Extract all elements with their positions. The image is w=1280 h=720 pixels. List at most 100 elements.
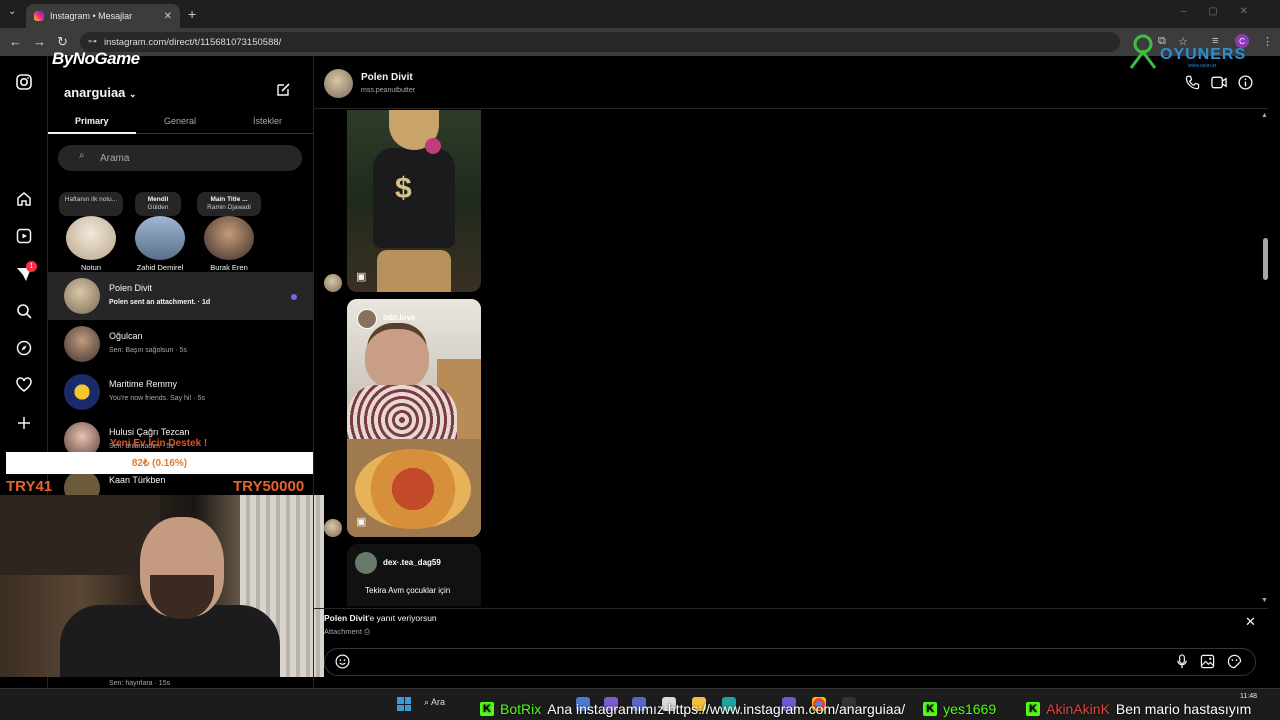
stream-chat-ticker: K BotRix Ana instagramımız https://www.i… (480, 699, 1280, 719)
reply-context: Polen Divit'e yanıt veriyorsun (324, 613, 437, 623)
plus-icon[interactable] (14, 413, 34, 433)
reply-text: 'e yanıt veriyorsun (367, 613, 437, 623)
heart-icon[interactable] (14, 375, 34, 395)
mic-icon[interactable] (1176, 654, 1188, 672)
conversation-name: Polen Divit (109, 283, 153, 293)
phone-icon[interactable] (1185, 75, 1200, 93)
tab-title: Instagram • Mesajlar (50, 11, 133, 21)
chat-username: AkinAkinK (1046, 701, 1110, 717)
chat-handle: mss.peanutbutter (361, 87, 416, 94)
username: anarguiaa (64, 85, 126, 100)
reply-bar (313, 608, 1268, 640)
tab-close-icon[interactable]: ✕ (164, 11, 172, 22)
message-input[interactable] (361, 654, 1161, 670)
forward-icon[interactable]: → (33, 34, 46, 49)
chat-username: yes1669 (943, 701, 997, 717)
scroll-down-icon[interactable]: ▼ (1261, 597, 1268, 604)
url-text: instagram.com/direct/t/115681073150588/ (104, 36, 282, 48)
conversation-name: Oğulcan (109, 331, 143, 341)
chat-title[interactable]: Polen Divit (361, 72, 413, 83)
browser-menu-icon[interactable]: ⋮ (1262, 35, 1273, 48)
conversation-name: Kaan Türkben (109, 475, 166, 485)
reels-icon[interactable] (14, 226, 34, 246)
avatar[interactable] (135, 216, 185, 260)
sticker-icon[interactable] (1227, 654, 1242, 672)
new-tab-icon[interactable]: + (188, 6, 196, 22)
new-message-icon[interactable] (275, 82, 291, 102)
conversation-row[interactable]: Maritime Remmy You're now friends. Say h… (48, 368, 313, 416)
window-controls[interactable]: –▢✕ (1181, 6, 1270, 17)
back-icon[interactable]: ← (9, 34, 22, 49)
reel-icon: ▣ (356, 271, 367, 283)
note-bubble[interactable]: Haftanın ilk notu... (59, 192, 123, 216)
tab-primary[interactable]: Primary (75, 116, 109, 126)
instagram-favicon-icon (34, 11, 44, 21)
conversation-name: Hulusi Çağrı Tezcan (109, 427, 190, 437)
conversation-preview: You're now friends. Say hi! · 5s (109, 395, 206, 402)
tab-requests[interactable]: İstekler (253, 116, 282, 126)
conversation-preview: Polen sent an attachment. · 1d (109, 299, 211, 306)
account-switcher[interactable]: anarguiaa ⌄ (64, 85, 137, 100)
note-bubble[interactable]: Main Title ... Ramin Djawadi (197, 192, 261, 216)
conversation-row[interactable]: Polen Divit Polen sent an attachment. · … (48, 272, 313, 320)
windows-start-icon[interactable] (397, 697, 411, 711)
kick-icon: K (923, 702, 938, 716)
reel-caption: Tekira Avm çocuklar için (365, 586, 451, 595)
chat-message: Ben mario hastasıyım (1115, 701, 1252, 717)
scroll-up-icon[interactable]: ▲ (1261, 112, 1268, 119)
note-label: Notun (80, 263, 101, 272)
conversation-preview: Sen: hayırlara · 15s (109, 680, 171, 687)
taskbar-search-label: Ara (431, 697, 446, 707)
search-small-icon: ⌕ (79, 150, 85, 161)
reply-name: Polen Divit (324, 613, 368, 623)
donation-goal: TRY50000 (233, 478, 305, 495)
message-composer[interactable] (324, 648, 1256, 676)
site-info-icon[interactable]: ⊶ (88, 36, 97, 47)
avatar[interactable] (66, 216, 116, 260)
note-label: Burak Eren (210, 263, 248, 272)
donation-goal-title: Yeni Ev İçin Destek ! (110, 438, 208, 449)
search-input[interactable]: ⌕ Arama (58, 145, 302, 171)
instagram-icon[interactable] (14, 72, 34, 92)
tab-search-icon[interactable]: ⌄ (8, 6, 16, 17)
home-icon[interactable] (14, 189, 34, 209)
search-placeholder: Arama (100, 152, 130, 164)
chevron-down-icon: ⌄ (129, 89, 137, 99)
avatar[interactable] (204, 216, 254, 260)
attachment-icon: ⎙ (364, 627, 371, 636)
bynogame-overlay-logo: ByNoGame (52, 49, 140, 68)
image-icon[interactable] (1200, 654, 1215, 672)
note-sub: Ramin Djawadi (207, 204, 251, 211)
browser-tab[interactable]: Instagram • Mesajlar ✕ (26, 4, 180, 28)
conversation-name: Maritime Remmy (109, 379, 178, 389)
donation-current: TRY41 (6, 478, 53, 495)
avatar[interactable] (324, 69, 353, 98)
avatar (64, 278, 100, 314)
shared-reel[interactable]: labr.love (347, 299, 481, 537)
scrollbar-thumb[interactable] (1263, 238, 1268, 280)
taskbar-search[interactable]: ⌕ Ara (424, 697, 445, 708)
tab-general[interactable]: General (164, 116, 196, 126)
unread-dot (291, 294, 297, 300)
conversation-row[interactable]: Oğulcan Sen: Başın sağolsun · 5s (48, 320, 313, 368)
reload-icon[interactable]: ↻ (57, 34, 68, 50)
shared-reel[interactable]: $ (347, 110, 481, 292)
reply-attachment-label: Attachment (324, 627, 362, 636)
note-sub: Gülden (147, 204, 169, 211)
video-icon[interactable] (1211, 75, 1227, 93)
avatar (64, 374, 100, 410)
address-bar[interactable]: ⊶ instagram.com/direct/t/115681073150588… (80, 32, 1120, 52)
info-icon[interactable] (1238, 75, 1253, 93)
reel-icon: ▣ (356, 516, 367, 528)
reel-author: labr.love (383, 313, 416, 322)
chat-header (313, 56, 1268, 109)
note-label: Zahid Demirel (136, 263, 184, 272)
close-icon[interactable]: ✕ (1245, 614, 1256, 630)
emoji-icon[interactable] (335, 654, 350, 672)
avatar (324, 274, 342, 292)
shared-reel[interactable]: dex·.tea_dag59 Tekira Avm çocuklar için (347, 544, 481, 606)
explore-icon[interactable] (14, 338, 34, 358)
search-icon[interactable] (14, 301, 34, 321)
note-bubble[interactable]: Mendil Gülden (135, 192, 181, 216)
chat-message: Ana instagramımız https://www.instagram.… (547, 701, 906, 717)
